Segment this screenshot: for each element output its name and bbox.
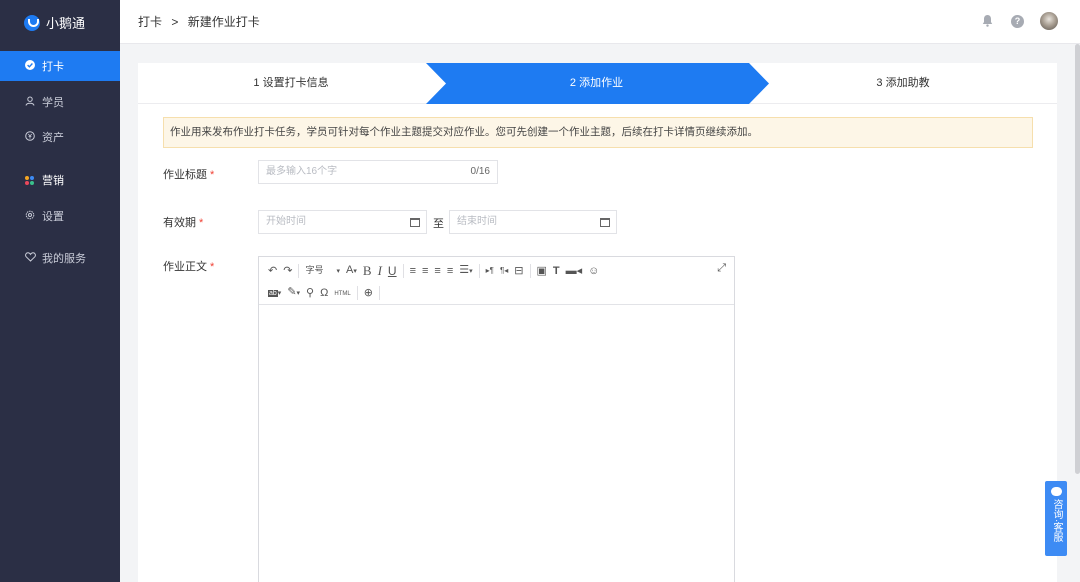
font-size-label: 字号 [305,265,324,275]
logo-icon [24,14,40,31]
marketing-dots-icon [25,175,34,185]
emoji-icon[interactable]: ☺ [585,261,602,281]
sidebar-item-label: 我的服务 [42,253,86,265]
toolbar-divider [356,286,358,300]
calendar-icon [600,218,610,227]
special-char-icon[interactable]: Ω [317,283,331,303]
bell-icon[interactable] [981,14,993,28]
start-date-input[interactable]: 开始时间 [258,210,427,234]
main-card: 1 设置打卡信息 2 添加作业 3 添加助教 作业用来发布作业打卡任务，学员可针… [138,63,1057,582]
sidebar-item-students[interactable]: 学员 [0,87,120,117]
label-text: 有效期 [163,217,196,229]
chat-bubble-icon [1050,487,1062,496]
sidebar-item-assets[interactable]: 资产 [0,122,120,152]
title-input[interactable]: 最多输入16个字 0/16 [258,160,498,184]
calendar-icon [410,218,420,227]
align-justify-icon[interactable]: ≡ [444,261,456,281]
html-label: HTML [334,291,351,297]
app-logo[interactable]: 小鹅通 [0,0,120,45]
html-icon[interactable]: HTML [331,282,353,304]
toolbar-divider [298,264,300,278]
validity-field-label: 有效期 * [163,214,203,230]
sidebar-item-marketing[interactable]: 营销 [0,165,120,195]
sidebar-item-label: 打卡 [42,61,64,73]
help-icon[interactable]: ? [1011,14,1024,28]
top-header: 打卡 > 新建作业打卡 ? [120,0,1080,44]
check-circle-icon [24,59,36,73]
toolbar-row-2: ab▾ ✎▾ ⚲ Ω HTML ⊕ [265,283,383,303]
toolbar-row-1: ↶ ↷ 字号 ▾ A▾ B I U ≡ ≡ ≡ ≡ ☰▾ ▸¶ ¶◂ ⊟ ▣ T… [265,261,602,281]
undo-icon[interactable]: ↶ [265,261,280,281]
sidebar-item-my-services[interactable]: 我的服务 [0,243,120,273]
font-color-icon[interactable]: A▾ [343,260,360,282]
font-size-dropdown[interactable]: 字号 ▾ [302,260,343,282]
ltr-icon[interactable]: ▸¶ [483,261,497,281]
page-scrollbar[interactable] [1075,44,1080,474]
end-date-placeholder: 结束时间 [457,216,497,227]
underline-icon[interactable]: U [385,261,400,281]
avatar[interactable] [1040,12,1058,30]
toolbar-divider [402,264,404,278]
consult-label: 咨询·客服 [1051,499,1062,543]
char-counter: 0/16 [470,166,490,177]
heart-icon [24,251,36,265]
info-notice: 作业用来发布作业打卡任务，学员可针对每个作业主题提交对应作业。您可先创建一个作业… [163,117,1033,148]
start-date-placeholder: 开始时间 [266,216,306,227]
editor-toolbar: ↶ ↷ 字号 ▾ A▾ B I U ≡ ≡ ≡ ≡ ☰▾ ▸¶ ¶◂ ⊟ ▣ T… [259,257,734,305]
bold-icon[interactable]: B [360,261,375,281]
toolbar-divider [529,264,531,278]
redo-icon[interactable]: ↷ [280,261,295,281]
toolbar-divider [478,264,480,278]
sidebar-item-label: 营销 [42,175,64,187]
breadcrumb: 打卡 > 新建作业打卡 [138,13,260,30]
sidebar-item-checkin[interactable]: 打卡 [0,51,120,81]
label-text: 作业正文 [163,261,207,273]
breadcrumb-item-checkin[interactable]: 打卡 [138,15,162,29]
align-left-icon[interactable]: ≡ [407,261,419,281]
required-mark: * [199,217,204,229]
required-mark: * [210,261,215,273]
required-mark: * [210,169,215,181]
rich-text-editor: ↶ ↷ 字号 ▾ A▾ B I U ≡ ≡ ≡ ≡ ☰▾ ▸¶ ¶◂ ⊟ ▣ T… [258,256,735,582]
sidebar-item-label: 资产 [42,132,64,144]
gear-icon [24,210,36,223]
align-center-icon[interactable]: ≡ [419,261,431,281]
highlight-icon[interactable]: ab▾ [265,282,284,304]
text-icon[interactable]: T [550,261,563,281]
step-progress: 1 设置打卡信息 2 添加作业 3 添加助教 [138,63,1057,104]
asset-icon [24,130,36,144]
label-text: 作业标题 [163,169,207,181]
video-icon[interactable]: ▬◂ [563,261,586,281]
sidebar-item-settings[interactable]: 设置 [0,201,120,231]
title-placeholder: 最多输入16个字 [266,166,338,177]
sidebar-item-label: 设置 [42,211,64,223]
line-height-icon[interactable]: ☰▾ [456,260,475,282]
brush-icon[interactable]: ✎▾ [284,282,303,304]
link-icon[interactable]: ⚲ [303,283,317,303]
content-field-label: 作业正文 * [163,258,214,274]
format-icon[interactable]: ⊟ [511,261,526,281]
editor-content-area[interactable] [259,305,734,582]
breadcrumb-item-current: 新建作业打卡 [187,15,260,29]
app-name: 小鹅通 [46,16,86,31]
range-separator: 至 [433,218,444,230]
rtl-icon[interactable]: ¶◂ [497,261,511,281]
title-field-label: 作业标题 * [163,166,214,182]
fullscreen-icon[interactable]: ⤢ [717,262,726,275]
toolbar-divider [378,286,380,300]
sidebar: 小鹅通 打卡 学员 资产 营销 设置 我的服务 [0,0,120,582]
consult-service-button[interactable]: 咨询·客服 [1045,481,1067,556]
breadcrumb-separator: > [171,15,179,29]
search-icon[interactable]: ⊕ [361,283,376,303]
step-3: 3 添加助教 [876,77,930,89]
step-2-active: 2 添加作业 [569,77,624,89]
sidebar-item-label: 学员 [42,97,64,109]
step-1: 1 设置打卡信息 [253,77,329,89]
image-icon[interactable]: ▣ [534,261,550,281]
italic-icon[interactable]: I [375,261,385,281]
user-icon [24,96,36,109]
align-right-icon[interactable]: ≡ [431,261,443,281]
end-date-input[interactable]: 结束时间 [449,210,617,234]
